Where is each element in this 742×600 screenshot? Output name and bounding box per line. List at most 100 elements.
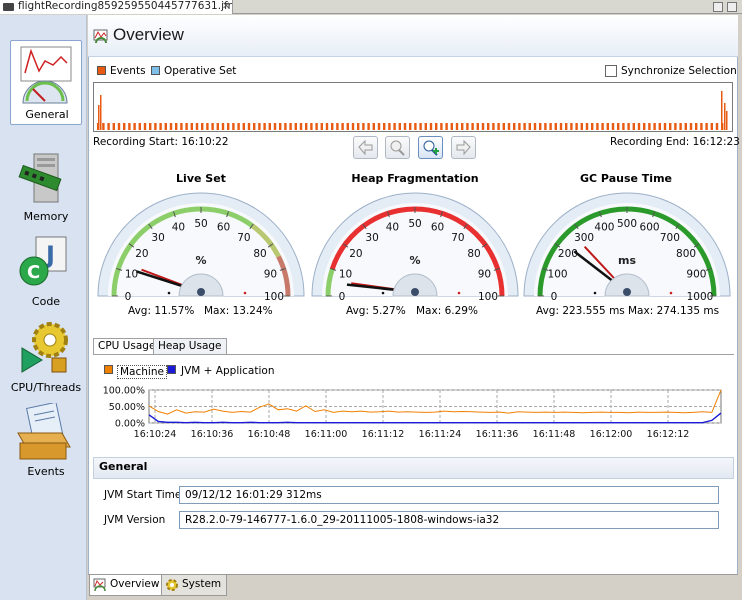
event-tick [528, 123, 531, 130]
zoom-in-button[interactable] [418, 136, 443, 159]
event-tick [627, 123, 630, 130]
recording-end: Recording End: 16:12:23 [610, 136, 740, 148]
nav-item-events[interactable]: Events [10, 403, 82, 479]
event-spike [98, 105, 100, 130]
gauge-unit: ms [618, 254, 636, 267]
events-icon [17, 403, 71, 460]
event-tick [565, 123, 568, 130]
minimize-button[interactable] [713, 2, 723, 12]
tab-system-label: System [182, 578, 222, 590]
event-tick [549, 123, 552, 130]
cpu-usage-chart[interactable]: 100.00% 50.00% 0.00%16:10:24 16:10:36 16:10:… [93, 380, 734, 446]
gauges-panel: 010203040 50 60708090100%010203040 50 607080… [97, 192, 731, 300]
overview-icon [93, 29, 108, 44]
nav-item-cpu-threads[interactable]: CPU/Threads [10, 318, 82, 396]
machine-legend-swatch [104, 365, 113, 374]
event-tick [201, 123, 204, 130]
event-tick [591, 123, 594, 130]
event-tick [180, 123, 183, 130]
synchronize-selection-checkbox[interactable] [605, 65, 617, 77]
gauge-avg-marker [381, 291, 385, 295]
gauge-tick-label: 20 [135, 248, 148, 260]
x-tick-label: 16:11:00 [305, 429, 348, 440]
event-tick [211, 123, 214, 130]
back-button[interactable] [353, 136, 378, 159]
event-tick [643, 123, 646, 130]
event-tick [648, 123, 651, 130]
event-tick [258, 123, 261, 130]
jvm-start-time-field[interactable]: 09/12/12 16:01:29 312ms [179, 486, 719, 504]
gauge-tick-label: 30 [365, 232, 378, 244]
nav-label-events: Events [27, 465, 65, 478]
forward-button[interactable] [451, 136, 476, 159]
gauge-tick-label: 40 [386, 222, 399, 234]
event-tick [232, 123, 235, 130]
event-tick [190, 123, 193, 130]
event-tick [242, 123, 245, 130]
nav-item-memory[interactable]: Memory [10, 152, 82, 226]
jvm-legend-swatch [167, 365, 176, 374]
general-section-title: General [99, 460, 148, 473]
tab-heap-usage[interactable]: Heap Usage [153, 338, 227, 354]
gauge-tick-label: 90 [264, 268, 277, 280]
event-tick [169, 123, 173, 130]
event-tick [263, 123, 266, 130]
event-tick [227, 123, 230, 130]
gauge-tick-label: 100 [548, 268, 568, 280]
event-tick [398, 123, 401, 130]
event-tick [622, 123, 625, 130]
recording-start: Recording Start: 16:10:22 [93, 136, 229, 148]
maximize-button[interactable] [727, 2, 737, 12]
event-tick [632, 123, 635, 130]
event-tick [336, 123, 339, 130]
event-tick [606, 123, 609, 130]
tab-overview[interactable]: Overview [89, 575, 166, 596]
close-icon[interactable]: ✕ [222, 0, 230, 13]
event-tick [112, 123, 115, 130]
event-tick [684, 123, 687, 130]
zoom-out-button[interactable] [385, 136, 410, 159]
heap-fragmentation-avg: Avg: 5.27% [346, 305, 406, 317]
gauge-tick-label: 50 [194, 218, 207, 230]
zoom-out-icon [390, 140, 405, 156]
event-spike [726, 111, 728, 130]
event-tick [611, 123, 615, 130]
y-tick-label: 100.00% [103, 386, 145, 397]
events-timeline[interactable] [93, 82, 733, 132]
event-tick [315, 123, 318, 130]
nav-item-general[interactable]: General [10, 40, 82, 125]
event-tick [175, 123, 178, 130]
gauge-tick-label: 900 [686, 268, 706, 280]
nav-item-code[interactable]: J C Code [10, 235, 82, 310]
zoom-in-icon [423, 140, 439, 156]
event-tick [289, 123, 292, 130]
gauge-tick-label: 10 [339, 268, 352, 280]
gauge-avg-marker [167, 291, 171, 295]
event-tick [419, 123, 422, 130]
editor-tab-label: flightRecording859259550445777631.jfr [18, 0, 232, 12]
gauge-tick-label: 100 [478, 291, 498, 300]
jvm-version-field[interactable]: R28.2.0-79-146777-1.6.0_29-20111005-1808… [179, 511, 719, 529]
event-tick [320, 123, 323, 130]
tab-system[interactable]: System [161, 575, 228, 596]
event-tick [570, 123, 573, 130]
gauge-tick-label: 0 [551, 291, 558, 300]
gauge-tick-label: 60 [431, 222, 444, 234]
event-tick [575, 123, 578, 130]
page-title: Overview [113, 25, 184, 44]
editor-tab[interactable]: flightRecording859259550445777631.jfr ✕ [0, 0, 233, 14]
x-tick-label: 16:11:12 [362, 429, 405, 440]
event-tick [117, 123, 121, 130]
gear-icon [166, 579, 178, 591]
event-tick [471, 123, 474, 130]
gauge-hub-pin [623, 288, 631, 296]
y-tick-label: 50.00% [109, 402, 145, 413]
nav-label-memory: Memory [23, 210, 69, 223]
gauge-hub-pin [197, 288, 205, 296]
x-tick-label: 16:10:48 [248, 429, 291, 440]
event-tick [351, 123, 355, 130]
tab-cpu-usage[interactable]: CPU Usage [93, 338, 161, 354]
gauge-tick-label: 90 [478, 268, 491, 280]
event-tick [705, 123, 708, 130]
gauge-tick-label: 0 [125, 291, 132, 300]
